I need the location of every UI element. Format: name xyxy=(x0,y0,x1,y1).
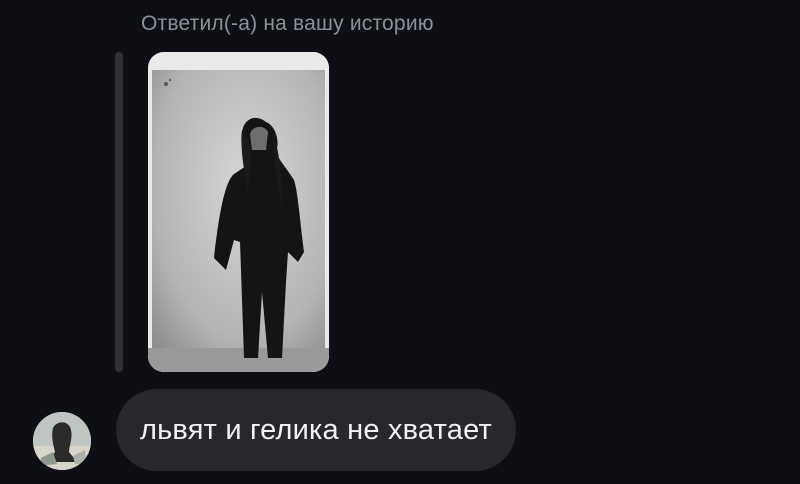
sender-avatar[interactable] xyxy=(33,412,91,470)
message-bubble[interactable]: львят и гелика не хватает xyxy=(116,389,516,471)
dm-thread: Ответил(-а) на вашу историю львят и гели… xyxy=(0,0,800,484)
story-thumbnail[interactable] xyxy=(148,52,329,372)
reply-indicator-bar xyxy=(115,52,123,372)
user-avatar-icon xyxy=(33,412,91,470)
story-reply-caption: Ответил(-а) на вашу историю xyxy=(141,12,434,35)
message-text: львят и гелика не хватает xyxy=(140,413,492,446)
story-photo-icon xyxy=(148,52,329,372)
